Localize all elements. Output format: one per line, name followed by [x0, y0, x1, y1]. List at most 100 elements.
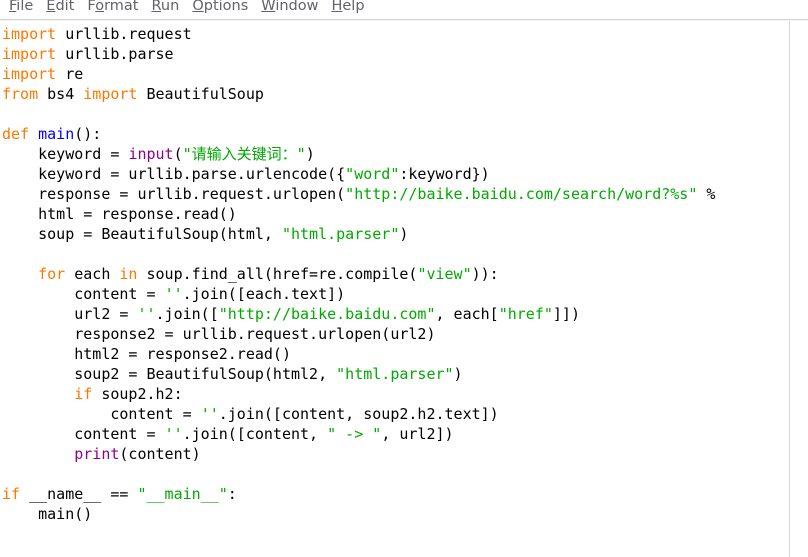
source-code-text[interactable]: import urllib.request import urllib.parse… — [0, 24, 715, 524]
code-token-str: "请输入关键词：" — [182, 145, 306, 163]
code-token-str: '' — [137, 305, 156, 323]
code-token-pl: content = — [2, 285, 165, 303]
code-token-bi: print — [74, 445, 120, 463]
code-token-pl: soup2 = BeautifulSoup(html2, — [2, 365, 337, 383]
code-token-str: "word" — [345, 165, 400, 183]
code-token-pl: html = response.read() — [2, 205, 237, 223]
code-token-def: main — [38, 125, 75, 143]
code-token-pl: soup2.h2: — [92, 385, 183, 403]
code-token-kw: import — [2, 25, 57, 43]
code-line: url2 = ''.join(["http://baike.baidu.com"… — [0, 304, 715, 324]
code-token-pl: : — [227, 485, 237, 503]
code-token-pl: ( — [173, 145, 183, 163]
menu-item-run[interactable]: Run — [145, 0, 186, 16]
code-token-pl: content = — [2, 425, 165, 443]
code-token-pl: (): — [74, 125, 102, 143]
code-token-kw: from — [2, 85, 39, 103]
code-token-kw: for — [38, 265, 66, 283]
code-line: soup2 = BeautifulSoup(html2, "html.parse… — [0, 364, 715, 384]
code-token-pl: __name__ == — [20, 485, 138, 503]
code-token-kw: if — [2, 485, 21, 503]
menu-item-help[interactable]: Help — [325, 0, 371, 16]
code-token-kw: def — [2, 125, 30, 143]
code-token-pl: soup = BeautifulSoup(html, — [2, 225, 282, 243]
code-token-pl: .join([content, soup2.h2.text]) — [218, 405, 499, 423]
code-token-pl: soup.find_all(href=re.compile( — [137, 265, 418, 283]
code-token-str: "html.parser" — [281, 225, 400, 243]
code-token-kw: import — [2, 65, 57, 83]
code-line: def main(): — [0, 124, 715, 144]
code-token-str: "view" — [417, 265, 472, 283]
code-token-pl: )): — [471, 265, 499, 283]
code-token-pl: :keyword}) — [399, 165, 490, 183]
code-line: content = ''.join([content, " -> ", url2… — [0, 424, 715, 444]
code-token-pl: bs4 — [38, 85, 84, 103]
menu-item-window[interactable]: Window — [255, 0, 325, 16]
code-token-pl: ]]) — [552, 305, 580, 323]
code-line: main() — [0, 504, 715, 524]
code-line: soup = BeautifulSoup(html, "html.parser"… — [0, 224, 715, 244]
code-token-pl: response = urllib.request.urlopen( — [2, 185, 346, 203]
code-token-pl: urllib.parse — [56, 45, 174, 63]
code-line: for each in soup.find_all(href=re.compil… — [0, 264, 715, 284]
menu-item-edit[interactable]: Edit — [40, 0, 81, 16]
code-line: response = urllib.request.urlopen("http:… — [0, 184, 715, 204]
code-token-pl: re — [56, 65, 84, 83]
code-line: import urllib.parse — [0, 44, 715, 64]
code-token-pl: % — [697, 185, 716, 203]
code-line: html2 = response2.read() — [0, 344, 715, 364]
menu-item-file[interactable]: File — [3, 0, 40, 16]
code-line: keyword = input("请输入关键词：") — [0, 144, 715, 164]
idle-editor-window: File Edit Format Run Options Window Help… — [0, 0, 808, 557]
code-token-pl: content = — [2, 405, 201, 423]
code-token-str: '' — [164, 285, 183, 303]
code-line: from bs4 import BeautifulSoup — [0, 84, 715, 104]
code-token-str: "href" — [498, 305, 553, 323]
code-line: response2 = urllib.request.urlopen(url2) — [0, 324, 715, 344]
vertical-scrollbar[interactable] — [791, 21, 808, 557]
code-token-pl: keyword = — [2, 145, 129, 163]
code-token-pl: each — [65, 265, 120, 283]
code-token-str: '' — [200, 405, 219, 423]
code-token-bi: input — [128, 145, 174, 163]
menu-item-format[interactable]: Format — [81, 0, 145, 16]
code-token-pl: html2 = response2.read() — [2, 345, 291, 363]
code-token-kw: import — [83, 85, 138, 103]
code-token-pl: ) — [453, 365, 463, 383]
code-line: keyword = urllib.parse.urlencode({"word"… — [0, 164, 715, 184]
code-token-kw: if — [74, 385, 93, 403]
code-line: import re — [0, 64, 715, 84]
code-token-str: "http://baike.baidu.com" — [218, 305, 436, 323]
code-line: content = ''.join([content, soup2.h2.tex… — [0, 404, 715, 424]
code-token-str: "html.parser" — [336, 365, 454, 383]
code-token-pl: ) — [305, 145, 315, 163]
code-token-pl: , url2]) — [381, 425, 454, 443]
code-token-pl: (content) — [119, 445, 201, 463]
code-token-pl: ) — [399, 225, 409, 243]
code-token-pl: main() — [2, 505, 93, 523]
menu-item-options[interactable]: Options — [186, 0, 255, 16]
code-editor-pane[interactable]: import urllib.request import urllib.parse… — [0, 21, 790, 557]
code-token-kw: import — [2, 45, 57, 63]
code-token-kw: in — [119, 265, 138, 283]
code-token-pl: url2 = — [2, 305, 138, 323]
code-token-pl: urllib.request — [56, 25, 192, 43]
menu-bar: File Edit Format Run Options Window Help — [0, 0, 808, 19]
code-token-pl: BeautifulSoup — [137, 85, 264, 103]
code-token-pl: .join([content, — [182, 425, 328, 443]
code-token-pl: response2 = urllib.request.urlopen(url2) — [2, 325, 436, 343]
code-line: if __name__ == "__main__": — [0, 484, 715, 504]
code-line: html = response.read() — [0, 204, 715, 224]
code-token-str: "http://baike.baidu.com/search/word?%s" — [345, 185, 698, 203]
code-token-pl: .join([each.text]) — [182, 285, 346, 303]
code-token-pl: , each[ — [435, 305, 499, 323]
code-line: if soup2.h2: — [0, 384, 715, 404]
code-line: print(content) — [0, 444, 715, 464]
code-line: content = ''.join([each.text]) — [0, 284, 715, 304]
